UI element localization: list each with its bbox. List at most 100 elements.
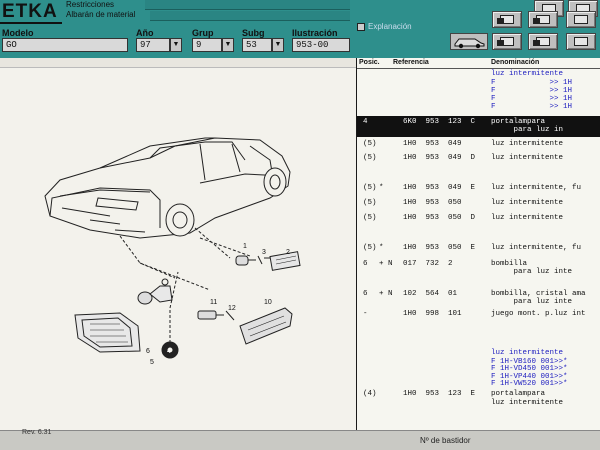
table-row[interactable]: (5) 1H0 953 049 D luz intermitente	[357, 154, 600, 163]
row-mark: + N	[379, 260, 393, 268]
ano-field[interactable]: 97	[136, 38, 170, 52]
row-referencia: 6K0 953 123 C	[403, 118, 476, 126]
row-posicion: 6	[363, 290, 368, 298]
ilustracion-field[interactable]: 953-00	[292, 38, 350, 52]
row-denominacion: F 1H-VD450 001>>*	[491, 365, 568, 373]
modelo-field[interactable]: GO	[2, 38, 128, 52]
row-denominacion: luz intermitente	[491, 140, 564, 148]
subg-field[interactable]: 53	[242, 38, 272, 52]
toolbar-button-8[interactable]	[566, 33, 596, 50]
toolbar-button-7[interactable]	[528, 33, 558, 50]
row-posicion: (5)	[363, 214, 377, 222]
table-row[interactable]: F >> 1H	[357, 103, 600, 112]
callout-11[interactable]: 11	[210, 299, 217, 306]
callout-2[interactable]: 2	[286, 249, 290, 256]
table-row[interactable]: (5) 1H0 953 049 luz intermitente	[357, 140, 600, 149]
row-referencia: 1H0 953 050 E	[403, 244, 476, 252]
arrow-icon	[533, 18, 540, 24]
callout-3[interactable]: 3	[262, 249, 266, 256]
row-denominacion: portalampara	[491, 390, 546, 398]
row-denominacion: luz intermitente	[491, 399, 564, 407]
row-denominacion: luz intermitente	[491, 214, 564, 222]
menu-albaran[interactable]: Albarán de material	[66, 10, 135, 20]
app-logo: ETKA	[2, 1, 58, 22]
arrow-icon	[497, 40, 504, 46]
toolbar-button-3[interactable]	[492, 11, 522, 28]
toolbar-button-5[interactable]	[566, 11, 596, 28]
row-denominacion: F 1H-VW520 001>>*	[491, 380, 568, 388]
callout-10[interactable]: 10	[264, 299, 272, 306]
row-referencia: 102 564 01	[403, 290, 458, 298]
menu-labels: Restricciones Albarán de material	[66, 0, 135, 20]
callout-1[interactable]: 1	[243, 243, 247, 250]
revision-label: Rev. 6.31	[22, 429, 52, 436]
row-denominacion: para luz inte	[491, 298, 573, 306]
ano-dropdown-icon[interactable]: ▼	[170, 38, 182, 52]
callout-5[interactable]: 5	[150, 359, 154, 366]
table-row[interactable]: para luz inte	[357, 268, 600, 277]
table-row[interactable]: luz intermitente	[357, 70, 600, 79]
row-denominacion: luz intermitente	[491, 70, 564, 78]
explanacion-checkbox[interactable]	[357, 23, 365, 31]
row-posicion: (5)	[363, 184, 377, 192]
row-denominacion: para luz inte	[491, 268, 573, 276]
row-posicion: (5)	[363, 140, 377, 148]
row-denominacion: F >> 1H	[491, 79, 573, 87]
illustration-tab	[0, 58, 356, 68]
row-referencia: 1H0 998 101	[403, 310, 462, 318]
row-denominacion: F >> 1H	[491, 103, 573, 111]
header-posicion: Posic.	[359, 59, 380, 66]
row-posicion: -	[363, 310, 368, 318]
parts-list-panel: Posic. Referencia Denominación luz inter…	[357, 58, 600, 430]
callout-4[interactable]: 4	[167, 348, 171, 355]
parts-list-header: Posic. Referencia Denominación	[357, 58, 600, 69]
document-icon	[574, 37, 588, 46]
row-posicion: (4)	[363, 390, 377, 398]
status-bar	[0, 430, 600, 450]
row-referencia: 1H0 953 049 E	[403, 184, 476, 192]
subg-label: Subg	[242, 28, 265, 38]
row-posicion: 4	[363, 118, 368, 126]
grup-dropdown-icon[interactable]: ▼	[222, 38, 234, 52]
list-icon	[574, 15, 588, 24]
row-mark: *	[379, 244, 384, 252]
table-row[interactable]: luz intermitente	[357, 399, 600, 408]
row-posicion: 6	[363, 260, 368, 268]
row-denominacion: F >> 1H	[491, 87, 573, 95]
table-row[interactable]: luz intermitente	[357, 349, 600, 358]
row-denominacion: luz intermitente	[491, 199, 564, 207]
callout-12[interactable]: 12	[228, 305, 236, 312]
header-referencia: Referencia	[393, 59, 429, 66]
table-row[interactable]: para luz in	[357, 126, 600, 135]
car-icon	[454, 38, 485, 49]
table-row[interactable]: (4) 1H0 953 123 E portalampara	[357, 390, 600, 399]
explanacion-label: Explanación	[368, 22, 412, 31]
table-row[interactable]: (5) 1H0 953 050 D luz intermitente	[357, 214, 600, 223]
parts-illustration[interactable]: 1 2 3 4 5 6 10 11 12	[0, 68, 356, 430]
row-denominacion: para luz in	[491, 126, 564, 134]
row-referencia: 1H0 953 050	[403, 199, 462, 207]
table-row[interactable]: para luz inte	[357, 298, 600, 307]
table-row[interactable]: - 1H0 998 101 juego mont. p.luz int	[357, 310, 600, 319]
row-posicion: (5)	[363, 199, 377, 207]
row-referencia: 1H0 953 049	[403, 140, 462, 148]
toolbar-button-6[interactable]	[492, 33, 522, 50]
table-row[interactable]: (5) * 1H0 953 049 E luz intermitente, fu	[357, 184, 600, 193]
table-row[interactable]: (5) 1H0 953 050 luz intermitente	[357, 199, 600, 208]
callout-6[interactable]: 6	[146, 348, 150, 355]
grup-field[interactable]: 9	[192, 38, 222, 52]
row-posicion: (5)	[363, 244, 377, 252]
menu-restricciones[interactable]: Restricciones	[66, 0, 135, 10]
vehicle-button[interactable]	[450, 33, 488, 50]
table-row[interactable]: F 1H-VW520 001>>*	[357, 380, 600, 389]
table-row[interactable]: (5) * 1H0 953 050 E luz intermitente, fu	[357, 244, 600, 253]
logo-underline	[0, 22, 62, 24]
subg-dropdown-icon[interactable]: ▼	[272, 38, 284, 52]
row-mark: *	[379, 184, 384, 192]
row-referencia: 017 732 2	[403, 260, 453, 268]
toolbar-button-4[interactable]	[528, 11, 558, 28]
row-denominacion: juego mont. p.luz int	[491, 310, 586, 318]
row-denominacion: bombilla	[491, 260, 528, 268]
row-posicion: (5)	[363, 154, 377, 162]
menu-bar-1	[145, 0, 350, 10]
